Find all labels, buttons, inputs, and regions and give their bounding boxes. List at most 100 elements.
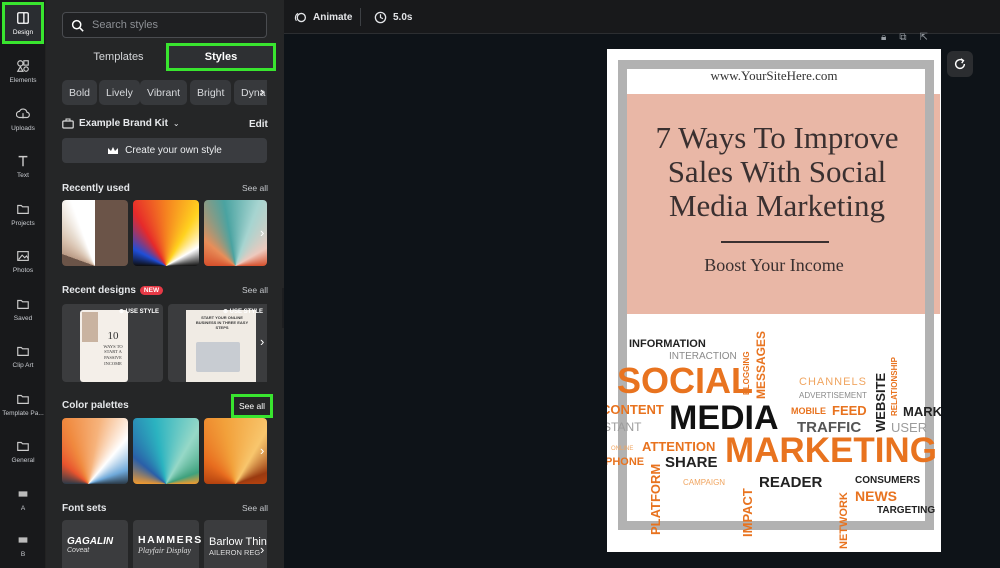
style-tile-1[interactable] (62, 200, 128, 266)
create-style-button[interactable]: Create your own style (62, 138, 267, 163)
folder-icon (17, 394, 29, 404)
font-sample-sub: AILERON REG (209, 548, 261, 557)
palette-tile-1[interactable] (62, 418, 128, 484)
rail-b[interactable]: B (0, 522, 46, 568)
chip-bright[interactable]: Bright (190, 80, 232, 105)
rail-template-pack[interactable]: Template Pa... (0, 381, 46, 427)
toolbar-divider (360, 8, 361, 26)
thumb-line: INCOME (104, 360, 122, 366)
color-palettes-next-icon[interactable]: › (260, 443, 264, 458)
recent-designs-next-icon[interactable]: › (260, 334, 264, 349)
font-set-1[interactable]: GAGALIN Coveat (62, 520, 128, 568)
chip-lively[interactable]: Lively (99, 80, 140, 105)
add-page-icon[interactable]: ⇱ (919, 32, 927, 43)
rail-photos[interactable]: Photos (0, 238, 46, 284)
rail-text[interactable]: Text (0, 143, 46, 189)
use-style-label[interactable]: ⊛ USE STYLE (119, 308, 159, 315)
word: MESSAGES (754, 330, 768, 399)
refresh-icon (954, 58, 966, 70)
word: NETWORK (838, 492, 850, 549)
font-sets-see-all[interactable]: See all (242, 503, 268, 513)
thumb-caption: START YOUR ONLINE BUSINESS IN THREE EASY… (195, 315, 249, 330)
recent-design-2[interactable]: START YOUR ONLINE BUSINESS IN THREE EASY… (168, 304, 267, 382)
font-sample-title: HAMMERS (138, 534, 203, 546)
rail-general[interactable]: General (0, 428, 46, 474)
site-url[interactable]: www.YourSiteHere.com (607, 68, 941, 84)
use-style-label[interactable]: ⊛ USE STYLE (223, 308, 263, 315)
design-page[interactable]: www.YourSiteHere.com 7 Ways To Improve S… (607, 49, 941, 552)
rail-uploads[interactable]: Uploads (0, 96, 46, 142)
search-input[interactable] (92, 19, 262, 31)
page-actions: 🔒︎ ⧉ ⇱ (881, 32, 928, 43)
rail-projects[interactable]: Projects (0, 191, 46, 237)
tab-styles[interactable]: Styles (166, 43, 276, 71)
recent-designs-heading: Recent designs NEW (62, 285, 164, 296)
word: SOCIAL (617, 360, 754, 401)
rail-a-label: A (20, 504, 26, 512)
text-icon (18, 155, 28, 166)
tab-templates[interactable]: Templates (76, 43, 161, 71)
refresh-button[interactable] (947, 51, 973, 77)
headline[interactable]: 7 Ways To Improve Sales With Social Medi… (617, 121, 937, 223)
use-style-icon: ⊛ (222, 309, 230, 315)
new-badge: NEW (139, 285, 164, 295)
rail-saved[interactable]: Saved (0, 286, 46, 332)
word: CONSUMERS (855, 475, 921, 486)
recently-used-see-all[interactable]: See all (242, 183, 268, 193)
use-style-icon: ⊛ (118, 309, 126, 315)
word: MEDIA (669, 399, 779, 437)
font-set-2[interactable]: HAMMERS Playfair Display (133, 520, 203, 568)
duration-label: 5.0s (393, 11, 413, 23)
word: MARKETING (725, 431, 937, 470)
word: WEBSITE (873, 372, 888, 432)
chip-vibrant[interactable]: Vibrant (140, 80, 188, 105)
rail-projects-label: Projects (11, 219, 35, 227)
rail-elements[interactable]: Elements (0, 48, 46, 94)
recently-used-next-icon[interactable]: › (260, 225, 264, 240)
palette-tile-2[interactable] (133, 418, 199, 484)
word: NEWS (855, 488, 897, 504)
thumb-number: 10 (107, 330, 119, 342)
palette-tile-3[interactable] (204, 418, 267, 484)
folder-icon (17, 204, 29, 214)
color-palettes-heading: Color palettes (62, 400, 129, 411)
chip-bold[interactable]: Bold (62, 80, 98, 105)
folder-icon (17, 299, 29, 309)
edit-brand-kit[interactable]: Edit (249, 119, 268, 130)
style-tile-2[interactable] (133, 200, 199, 266)
lock-icon[interactable]: 🔒︎ (881, 32, 886, 43)
word: TARGETING (877, 505, 936, 516)
word: INFORMATION (629, 338, 706, 350)
word: FEED (832, 403, 867, 418)
word: CAMPAIGN (683, 478, 726, 487)
rail-a[interactable]: A (0, 476, 46, 522)
font-set-3[interactable]: Barlow Thin AILERON REG (204, 520, 267, 568)
word: SHARE (665, 454, 718, 471)
word: RELATIONSHIP (890, 357, 899, 416)
font-sets-heading: Font sets (62, 503, 107, 514)
uploads-icon (16, 108, 30, 118)
font-sets-next-icon[interactable]: › (260, 542, 264, 557)
rail-design[interactable]: Design (2, 2, 44, 44)
brand-kit-selector[interactable]: Example Brand Kit ⌄ (62, 118, 180, 129)
rail-uploads-label: Uploads (11, 124, 35, 132)
search-box[interactable] (62, 12, 267, 38)
word: IMPACT (740, 488, 755, 537)
rail-general-label: General (11, 456, 35, 464)
word: READER (759, 474, 823, 491)
headline-line: Media Marketing (668, 188, 886, 223)
briefcase-icon (62, 118, 74, 129)
create-style-label: Create your own style (125, 145, 222, 156)
recent-designs-see-all[interactable]: See all (242, 285, 268, 295)
rail-b-label: B (20, 550, 26, 558)
chips-next-icon[interactable]: › (260, 84, 264, 99)
subheadline[interactable]: Boost Your Income (607, 255, 941, 276)
duration-button[interactable]: 5.0s (374, 0, 412, 34)
recent-design-1[interactable]: 10 WAYS TO START A PASSIVE INCOME ⊛ USE … (62, 304, 163, 382)
rail-clip-art[interactable]: Clip Art (0, 333, 46, 379)
animate-button[interactable]: Animate (294, 0, 352, 34)
headline-divider (721, 241, 829, 243)
color-palettes-see-all[interactable]: See all (231, 394, 273, 418)
style-tile-3[interactable] (204, 200, 267, 266)
duplicate-icon[interactable]: ⧉ (899, 32, 906, 43)
